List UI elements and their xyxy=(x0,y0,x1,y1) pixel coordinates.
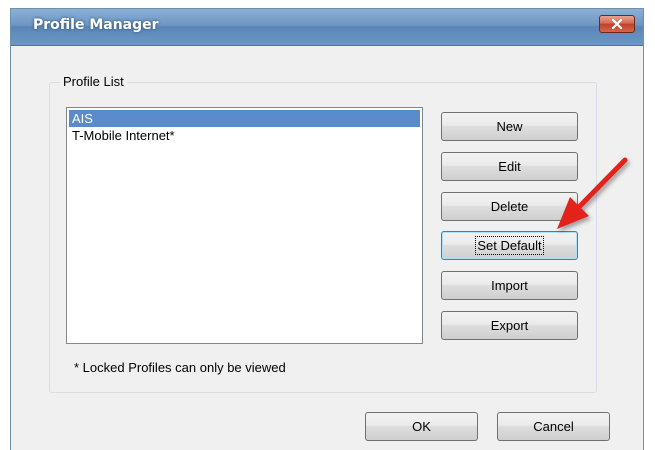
window-title: Profile Manager xyxy=(33,17,159,33)
profile-list-item[interactable]: T-Mobile Internet* xyxy=(69,127,420,144)
profile-list-item[interactable]: AIS xyxy=(69,110,420,127)
ok-button[interactable]: OK xyxy=(365,412,478,441)
import-button-label: Import xyxy=(491,278,528,293)
new-button-label: New xyxy=(496,119,523,134)
locked-profiles-note: * Locked Profiles can only be viewed xyxy=(74,360,286,375)
new-button[interactable]: New xyxy=(441,112,578,141)
set-default-button-label: Set Default xyxy=(475,236,544,255)
cancel-button-label: Cancel xyxy=(533,419,574,434)
close-icon xyxy=(611,19,623,29)
ok-button-label: OK xyxy=(412,419,431,434)
delete-button[interactable]: Delete xyxy=(441,192,578,221)
set-default-button[interactable]: Set Default xyxy=(441,231,578,260)
profile-manager-window: Profile Manager Profile List AIS T-Mobil… xyxy=(10,8,644,450)
profile-listbox[interactable]: AIS T-Mobile Internet* xyxy=(66,107,423,344)
close-button[interactable] xyxy=(599,15,635,33)
title-bar[interactable]: Profile Manager xyxy=(11,9,643,46)
cancel-button[interactable]: Cancel xyxy=(497,412,610,441)
export-button[interactable]: Export xyxy=(441,311,578,340)
edit-button[interactable]: Edit xyxy=(441,152,578,181)
profile-list-label: Profile List xyxy=(60,74,127,89)
delete-button-label: Delete xyxy=(490,199,529,214)
edit-button-label: Edit xyxy=(498,159,521,174)
export-button-label: Export xyxy=(490,318,529,333)
import-button[interactable]: Import xyxy=(441,271,578,300)
